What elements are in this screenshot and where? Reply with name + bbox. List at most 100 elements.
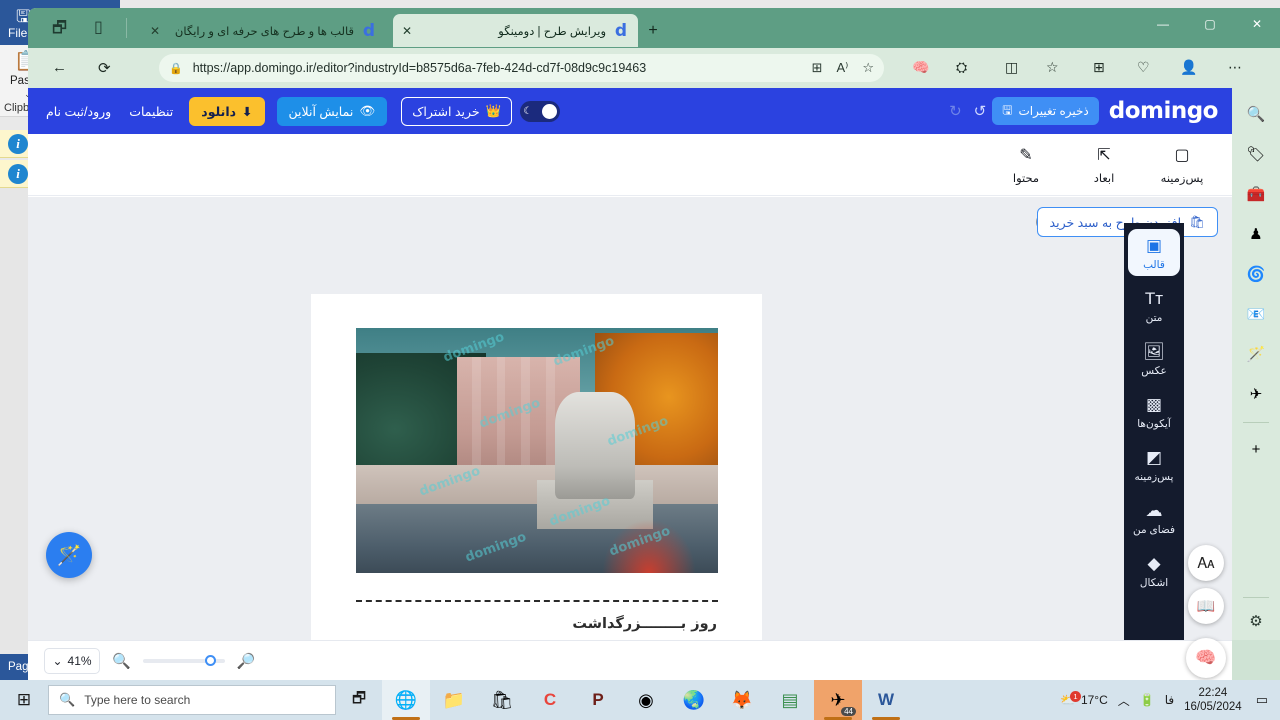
language-indicator[interactable]: فا — [1165, 693, 1174, 707]
theme-toggle[interactable]: ☾ — [520, 100, 561, 122]
taskbar-app-photoshop[interactable]: P — [574, 680, 622, 720]
close-icon[interactable]: ✕ — [145, 24, 165, 38]
taskbar-app-edge[interactable]: 🌐 — [382, 680, 430, 720]
taskbar-app-camtasia[interactable]: C — [526, 680, 574, 720]
telegram-icon[interactable]: ✈ — [1240, 378, 1272, 410]
toolbar-item-background[interactable]: ▢ پس‌زمینه — [1156, 145, 1208, 185]
taskbar-app-idm[interactable]: 🌏 — [670, 680, 718, 720]
gear-icon[interactable]: ⚙ — [1249, 612, 1262, 630]
new-tab-button[interactable]: + — [642, 20, 664, 42]
taskbar-app-telegram[interactable]: ✈ 44 — [814, 680, 862, 720]
zoom-slider-handle[interactable] — [204, 654, 216, 666]
login-register-link[interactable]: ورود/ثبت نام — [46, 104, 111, 119]
tab-actions-icon[interactable]: ▯ — [94, 17, 103, 37]
online-preview-button[interactable]: 👁 نمایش آنلاین — [276, 96, 388, 126]
add-sidebar-app-button[interactable]: + — [1240, 433, 1272, 465]
buy-subscription-button[interactable]: 👑 خرید اشتراک — [401, 96, 513, 126]
browser-toolbar: ← ⟳ 🔒 https://app.domingo.ir/editor?indu… — [28, 48, 1280, 88]
taskbar-app-microsoft-store[interactable]: 🛍 — [478, 680, 526, 720]
telegram-badge: 44 — [841, 707, 856, 716]
dictionary-icon[interactable]: 📖 — [1188, 588, 1224, 624]
weather-temperature: 17°C — [1080, 693, 1108, 707]
tray-overflow-chevron-icon[interactable]: ︿ — [1118, 692, 1130, 709]
word-file-menu[interactable]: File — [8, 26, 27, 40]
taskbar-app-word[interactable]: W — [862, 680, 910, 720]
toolbar-label: ابعاد — [1093, 172, 1115, 185]
extensions-icon[interactable]: ⛭ — [956, 59, 967, 76]
lock-icon: 🔒 — [169, 62, 183, 75]
download-button[interactable]: ⬇ دانلود — [189, 96, 265, 126]
editor-canvas-area[interactable]: i 🛍 افزودن طرح به سبد خرید — [28, 197, 1232, 680]
rail-item-shapes[interactable]: ◆ اشکال — [1128, 547, 1180, 594]
search-icon[interactable]: 🔍 — [1240, 98, 1272, 130]
browser-tab-inactive[interactable]: d قالب ها و طرح های حرفه ای و رایگان ✕ — [141, 14, 386, 47]
taskbar-app-chrome[interactable]: ◉ — [622, 680, 670, 720]
magic-wand-button[interactable]: 🪄 — [46, 532, 92, 578]
read-aloud-icon[interactable]: A⁾ — [836, 60, 848, 76]
subscribe-label: خرید اشتراک — [412, 104, 480, 119]
games-icon[interactable]: ♟ — [1240, 218, 1272, 250]
zoom-in-icon[interactable]: 🔍 — [112, 652, 131, 670]
design-page[interactable]: domingo domingo domingo domingo domingo … — [311, 294, 762, 680]
tools-icon[interactable]: 🧰 — [1240, 178, 1272, 210]
eye-icon: 👁 — [359, 103, 376, 118]
save-changes-button[interactable]: ذخیره تغییرات 🖫 — [992, 97, 1099, 125]
rail-item-template[interactable]: ▣ قالب — [1128, 229, 1180, 276]
rail-item-icons[interactable]: ▩ آیکون‌ها — [1128, 388, 1180, 435]
toolbar-item-dimensions[interactable]: ⇱ ابعاد — [1078, 145, 1130, 185]
split-screen-icon[interactable]: ⊞ — [812, 60, 823, 76]
address-bar[interactable]: 🔒 https://app.domingo.ir/editor?industry… — [159, 54, 884, 82]
taskbar-app-firefox[interactable]: 🦊 — [718, 680, 766, 720]
shopping-icon[interactable]: 🏷 — [1240, 138, 1272, 170]
copilot-icon[interactable]: 🧠 — [912, 59, 929, 76]
back-icon[interactable]: ← — [52, 59, 67, 76]
rail-item-text[interactable]: Tт متن — [1128, 282, 1180, 329]
outlook-icon[interactable]: 📧 — [1240, 298, 1272, 330]
start-button[interactable]: ⊞ — [0, 690, 48, 710]
favorites-icon[interactable]: ☆ — [1046, 59, 1059, 76]
close-window-button[interactable]: ✕ — [1234, 8, 1280, 40]
rail-item-image[interactable]: 🖼 عکس — [1128, 335, 1180, 382]
browser-tab-active[interactable]: d ویرایش طرح | دومینگو ✕ — [393, 14, 638, 47]
settings-more-icon[interactable]: ⋯ — [1228, 59, 1242, 76]
cloud-upload-icon: ☁ — [1145, 501, 1163, 520]
settings-link[interactable]: تنظیمات — [129, 104, 173, 119]
image-creator-icon[interactable]: 🪄 — [1240, 338, 1272, 370]
split-screen-icon[interactable]: ◫ — [1005, 59, 1018, 76]
workspaces-icon[interactable]: 🗗 — [52, 17, 67, 44]
browser-essentials-icon[interactable]: ♡ — [1137, 59, 1150, 76]
weather-widget[interactable]: ⛅ 1 17°C — [1060, 691, 1108, 707]
undo-icon[interactable]: ↺ — [974, 102, 987, 120]
zoom-level-select[interactable]: ⌄ 41% — [44, 647, 100, 674]
redo-icon[interactable]: ↻ — [949, 102, 962, 120]
reload-icon[interactable]: ⟳ — [98, 59, 111, 77]
save-label: ذخیره تغییرات — [1018, 104, 1089, 118]
taskbar-app-file-explorer[interactable]: 📁 — [430, 680, 478, 720]
rail-label: متن — [1145, 312, 1163, 324]
maximize-button[interactable]: ▢ — [1187, 8, 1233, 40]
office-icon[interactable]: 🌀 — [1240, 258, 1272, 290]
notification-center-button[interactable]: ▭ — [1252, 692, 1272, 708]
domingo-logo[interactable]: domingo — [1109, 98, 1219, 124]
edge-sidebar: 🔍 🏷 🧰 ♟ 🌀 📧 🪄 ✈ + ⚙ — [1232, 88, 1280, 640]
clock[interactable]: 22:24 16/05/2024 — [1184, 686, 1242, 714]
minimize-button[interactable]: — — [1140, 8, 1186, 40]
zoom-slider[interactable] — [142, 654, 225, 666]
toolbar-item-content[interactable]: ✎ محتوا — [1000, 145, 1052, 185]
rail-item-my-space[interactable]: ☁ فضای من — [1128, 494, 1180, 541]
toolbar-label: محتوا — [1012, 172, 1040, 185]
close-icon[interactable]: ✕ — [397, 24, 417, 38]
rail-item-background[interactable]: ◩ پس‌زمینه — [1128, 441, 1180, 488]
rail-label: فضای من — [1132, 524, 1176, 536]
battery-icon[interactable]: 🔋 — [1140, 693, 1155, 707]
taskbar-search-box[interactable]: 🔍 Type here to search — [48, 685, 336, 715]
favorite-star-icon[interactable]: ☆ — [862, 60, 874, 76]
profile-icon[interactable]: 👤 — [1180, 59, 1197, 76]
taskbar-app-notes[interactable]: ▤ — [766, 680, 814, 720]
task-view-button[interactable]: 🗗 — [336, 688, 382, 713]
poster-photo[interactable]: domingo domingo domingo domingo domingo … — [356, 328, 718, 573]
collections-icon[interactable]: ⊞ — [1093, 59, 1105, 76]
copilot-icon[interactable]: 🧠 — [1186, 638, 1226, 678]
translate-icon[interactable]: 🗛 — [1188, 545, 1224, 581]
zoom-out-icon[interactable]: 🔎 — [237, 652, 256, 670]
